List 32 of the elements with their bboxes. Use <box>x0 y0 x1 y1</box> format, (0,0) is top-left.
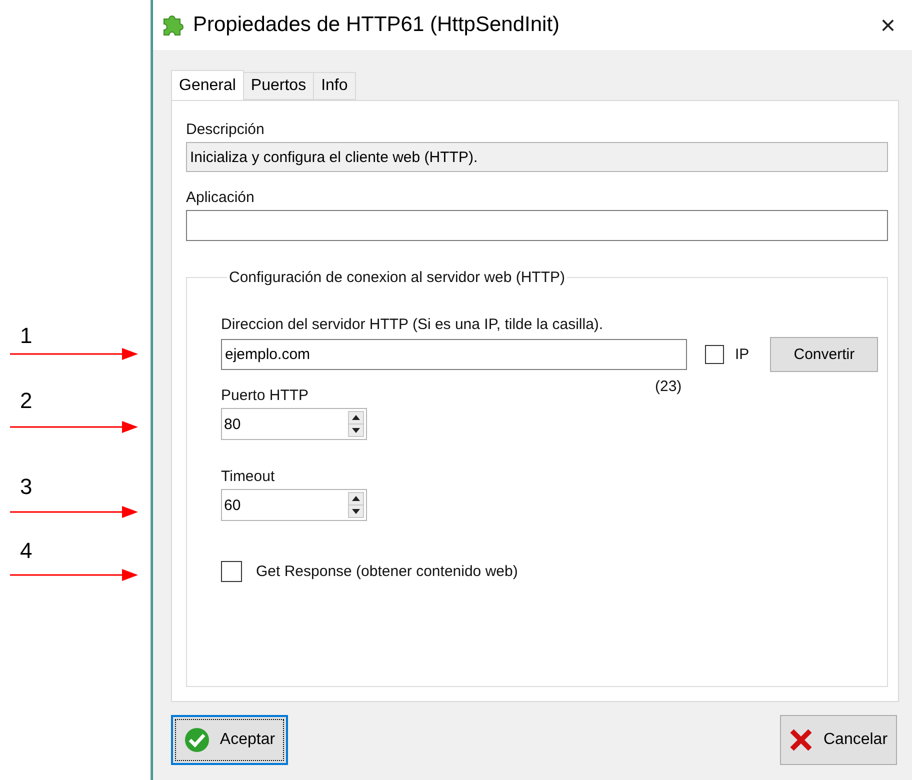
field-label: Descripción <box>186 121 264 138</box>
port-spinner[interactable]: 80 <box>221 408 367 440</box>
spin-arrows-icon[interactable] <box>348 492 364 518</box>
field-label: Direccion del servidor HTTP (Si es una IP, tilde la casilla). <box>221 316 604 333</box>
annotation-number: 1 <box>20 323 32 349</box>
server-address-field[interactable]: ejemplo.com <box>221 339 687 370</box>
annotation-number: 4 <box>20 538 32 564</box>
field-label: Timeout <box>221 468 275 485</box>
character-count: (23) <box>655 378 682 395</box>
group-title: Configuración de conexion al servidor web (HTTP) <box>228 269 566 286</box>
field-label: Aplicación <box>186 189 254 206</box>
tab[interactable]: Puertos <box>242 72 314 100</box>
checkbox-label: Get Response (obtener contenido web) <box>256 563 518 580</box>
annotation-number: 2 <box>20 388 32 414</box>
spin-arrows-icon[interactable] <box>348 411 364 437</box>
ip-checkbox[interactable] <box>705 345 724 364</box>
tab[interactable]: Info <box>313 72 356 100</box>
get-response-checkbox[interactable] <box>221 561 242 582</box>
checkmark-icon <box>184 727 210 753</box>
application-field[interactable] <box>186 210 888 241</box>
field-label: Puerto HTTP <box>221 387 309 404</box>
cross-icon <box>789 728 814 752</box>
tab[interactable]: General <box>171 70 244 100</box>
window-title: Propiedades de HTTP61 (HttpSendInit) <box>193 13 561 37</box>
convert-button[interactable]: Convertir <box>770 337 878 372</box>
accept-button[interactable]: Aceptar <box>171 715 288 765</box>
close-button[interactable]: × <box>868 5 908 45</box>
cancel-button[interactable]: Cancelar <box>780 715 897 765</box>
checkbox-label: IP <box>735 346 750 363</box>
annotation-number: 3 <box>20 474 32 500</box>
description-field: Inicializa y configura el cliente web (HTTP). <box>186 142 888 172</box>
timeout-spinner[interactable]: 60 <box>221 489 367 521</box>
